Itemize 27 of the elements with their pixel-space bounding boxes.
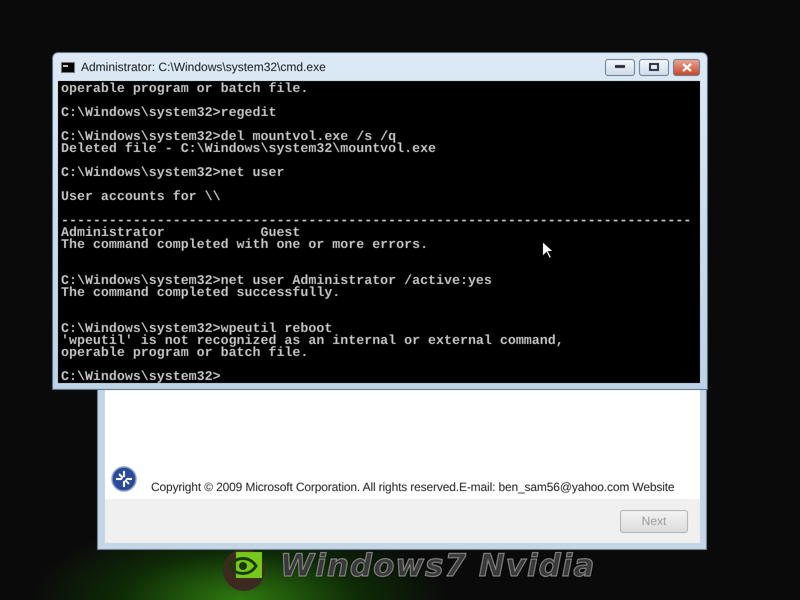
console-app-icon [61,62,75,72]
console-line: C:\Windows\system32> [61,371,221,383]
console-line: 'wpeutil' is not recognized as an internal or external command, [61,335,564,347]
console-line: Administrator Guest [61,227,300,239]
maximize-icon [649,63,659,71]
console-line: The command completed with one or more errors. [61,239,428,251]
console-line: C:\Windows\system32>del mountvol.exe /s /q [61,131,396,143]
minimize-button[interactable] [605,58,635,76]
maximize-button[interactable] [639,58,669,76]
console-line: Deleted file - C:\Windows\system32\mountvol.exe [61,143,436,155]
mouse-pointer-icon [542,241,553,259]
console-line: operable program or batch file. [61,83,308,95]
close-icon [682,62,692,72]
console-line: The command completed successfully. [61,287,340,299]
eye-logo-icon [222,548,266,592]
wallpaper-caption: Windows7 Nvidia [280,548,596,584]
console-line: C:\Windows\system32>net user Administrator /active:yes [61,275,492,287]
close-button[interactable] [673,58,700,76]
console-line: C:\Windows\system32>net user [61,167,284,179]
console-line: C:\Windows\system32>regedit [61,107,276,119]
console-line: ------------------------------------------------------------------------------- [61,215,692,227]
console-line: C:\Windows\system32>wpeutil reboot [61,323,332,335]
console-line: operable program or batch file. [61,347,308,359]
minimize-icon [615,65,625,69]
copyright-text: Copyright © 2009 Microsoft Corporation. All rights reserved.E-mail: ben_sam56@yahoo.com Website [151,480,674,494]
console-line: User accounts for \\ [61,191,221,203]
window-title: Administrator: C:\Windows\system32\cmd.exe [81,60,327,74]
